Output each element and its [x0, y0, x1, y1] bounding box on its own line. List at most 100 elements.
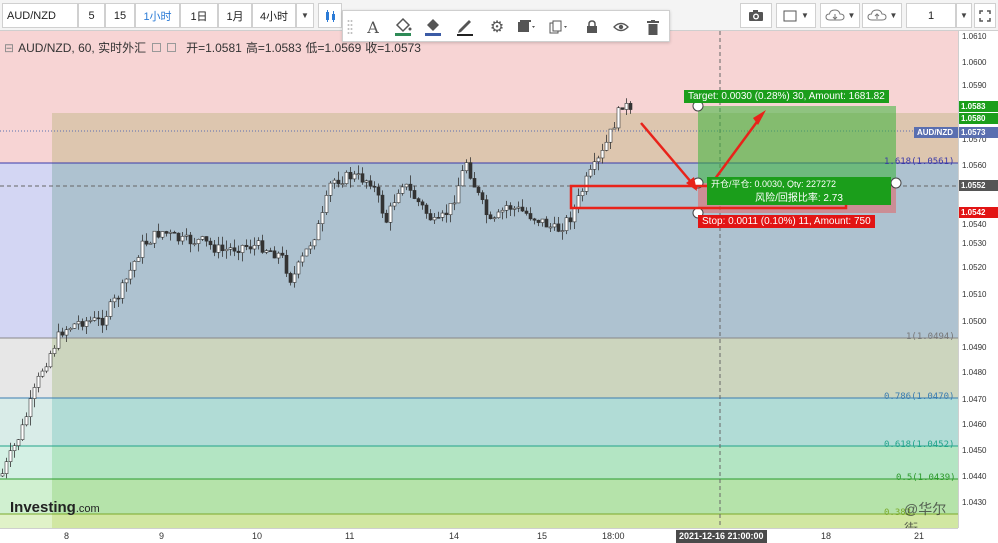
visibility-button[interactable]: [607, 11, 635, 43]
candle-body: [324, 195, 329, 213]
interval-1h-button[interactable]: 1小时: [135, 3, 180, 28]
candle-body: [416, 198, 421, 203]
price-tick: 1.0510: [962, 290, 987, 299]
collapse-icon[interactable]: ⊟: [4, 41, 14, 55]
price-badge-stop: 1.0542: [959, 207, 998, 218]
interval-4h-button[interactable]: 4小时: [252, 3, 296, 28]
legend-open: 开=1.0581: [186, 41, 242, 55]
chevron-down-icon: ▼: [301, 11, 309, 20]
price-tick: 1.0600: [962, 58, 987, 67]
candle-body: [468, 162, 473, 179]
eye-icon: [613, 22, 629, 32]
fill-color-button[interactable]: [389, 11, 417, 43]
chart-style-button[interactable]: [318, 3, 342, 28]
candle-body: [56, 331, 61, 349]
price-axis[interactable]: 1.0610 1.0600 1.0590 1.0570 1.0560 1.054…: [958, 31, 998, 528]
layout-select-button[interactable]: ▼: [776, 3, 816, 28]
entry-right-handle[interactable]: [890, 177, 902, 189]
chevron-down-icon: ▼: [847, 11, 856, 20]
candle-body: [176, 232, 181, 242]
template-button[interactable]: [513, 11, 541, 43]
candle-body: [352, 173, 357, 180]
time-tick: 15: [537, 531, 548, 541]
layout-count-dropdown[interactable]: ▼: [956, 3, 972, 28]
candle-body: [16, 439, 21, 446]
lock-button[interactable]: [579, 11, 605, 43]
candle-body: [436, 217, 441, 219]
candle-body: [152, 230, 157, 244]
candle-body: [60, 331, 65, 336]
candle-body: [316, 223, 321, 241]
chart-area[interactable]: ⊟ AUD/NZD, 60, 实时外汇 开=1.0581 高=1.0583 低=…: [0, 31, 958, 528]
screenshot-button[interactable]: [740, 3, 772, 28]
delete-button[interactable]: [639, 11, 667, 43]
candle-body: [144, 240, 149, 245]
legend-high: 高=1.0583: [245, 41, 302, 55]
candle-body: [592, 161, 597, 170]
time-tick: 18:00: [602, 531, 625, 541]
candle-body: [244, 244, 249, 247]
candle-body: [80, 321, 85, 327]
candle-body: [208, 240, 213, 246]
camera-icon: [749, 10, 763, 21]
pen-tool-button[interactable]: [451, 11, 479, 43]
price-badge-high: 1.0580: [959, 113, 998, 124]
cloud-download-button[interactable]: ▼: [820, 3, 860, 28]
candle-body: [368, 180, 373, 187]
candle-body: [4, 461, 9, 474]
interval-1d-button[interactable]: 1日: [180, 3, 218, 28]
candle-body: [548, 226, 553, 229]
price-chart[interactable]: [0, 31, 958, 528]
text-tool-button[interactable]: A: [359, 11, 387, 43]
fullscreen-button[interactable]: [974, 3, 996, 28]
fib-box-0618: [52, 446, 958, 479]
symbol-search-input[interactable]: AUD/NZD: [2, 3, 78, 28]
candle-body: [460, 170, 465, 187]
candle-body: [320, 212, 325, 224]
candle-body: [256, 240, 261, 246]
candle-body: [424, 204, 429, 214]
interval-5-button[interactable]: 5: [78, 3, 105, 28]
interval-dropdown-button[interactable]: ▼: [296, 3, 314, 28]
long-position-profit-zone[interactable]: [698, 106, 896, 183]
trash-icon: [647, 19, 659, 35]
interval-1m-button[interactable]: 1月: [218, 3, 252, 28]
candle-body: [240, 244, 245, 253]
candle-body: [116, 297, 121, 300]
candle-body: [172, 231, 177, 234]
pen-icon: [457, 20, 473, 36]
cloud-upload-button[interactable]: ▼: [862, 3, 902, 28]
line-color-button[interactable]: [419, 11, 447, 43]
layout-count-select[interactable]: 1: [906, 3, 956, 28]
candle-body: [72, 323, 77, 329]
candle-body: [160, 231, 165, 238]
fib-box-0786: [52, 398, 958, 446]
candle-body: [52, 347, 57, 354]
candle-body: [148, 242, 153, 245]
drag-handle-icon[interactable]: [343, 11, 357, 43]
candle-body: [236, 250, 241, 253]
cloud-download-icon: [825, 9, 845, 21]
candle-body: [248, 246, 253, 250]
legend-settings-icon[interactable]: [167, 43, 177, 52]
interval-15-button[interactable]: 15: [105, 3, 135, 28]
candle-body: [164, 231, 169, 234]
candle-body: [480, 192, 485, 200]
candle-body: [252, 245, 257, 250]
candle-body: [284, 254, 289, 274]
candle-body: [100, 317, 105, 326]
fib-box-0382: [52, 514, 958, 528]
time-axis[interactable]: 8 9 10 11 14 15 18:00 18 21 2021-12-16 2…: [0, 528, 958, 543]
price-badge-crosshair: 1.0552: [959, 180, 998, 191]
investing-logo[interactable]: Investing.com: [10, 499, 100, 517]
candle-body: [400, 186, 405, 194]
candle-body: [432, 217, 437, 221]
legend-eye-icon[interactable]: [152, 43, 162, 52]
candle-body: [412, 190, 417, 199]
price-tick: 1.0500: [962, 317, 987, 326]
clone-button[interactable]: [545, 11, 573, 43]
settings-button[interactable]: ⚙: [483, 11, 511, 43]
candle-body: [96, 317, 101, 320]
fill-color-icon: [395, 17, 412, 36]
candle-body: [340, 183, 345, 185]
